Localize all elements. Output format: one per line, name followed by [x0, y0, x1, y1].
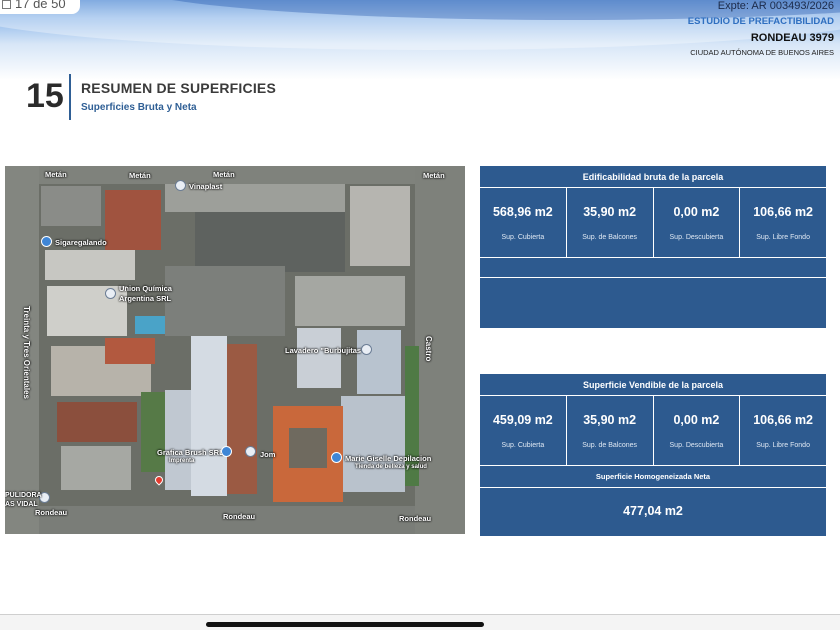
- expte-number: Expte: AR 003493/2026: [717, 0, 834, 12]
- building: [295, 276, 405, 326]
- cell-caption: Sup. Cubierta: [501, 234, 545, 241]
- cell-value: 0,00 m2: [673, 413, 720, 427]
- place-pin-icon: [105, 288, 116, 299]
- street-label: Metán: [45, 170, 67, 179]
- building: [61, 446, 131, 490]
- cell-value: 0,00 m2: [673, 205, 720, 219]
- street-label: Rondeau: [223, 512, 256, 521]
- place-pin-icon: [331, 452, 342, 463]
- section-divider: [69, 74, 71, 120]
- building: [45, 250, 135, 280]
- place-pin-icon: [245, 446, 256, 457]
- location-marker-icon: [153, 474, 165, 486]
- cell-caption: Sup. de Balcones: [582, 442, 638, 449]
- place-label: Jom: [260, 450, 276, 459]
- table-cell: 35,90 m2 Sup. de Balcones: [567, 188, 654, 257]
- building: [191, 336, 227, 496]
- trees: [141, 392, 165, 472]
- table-cell: 106,66 m2 Sup. Libre Fondo: [740, 188, 826, 257]
- place-label: Lavadero "Burbujitas": [285, 346, 365, 355]
- cell-caption: Sup. Libre Fondo: [756, 234, 810, 241]
- home-indicator[interactable]: [206, 622, 484, 627]
- table-title: Edificabilidad bruta de la parcela: [480, 166, 826, 188]
- building: [41, 186, 101, 226]
- place-pin-icon: [41, 236, 52, 247]
- table-cell: 0,00 m2 Sup. Descubierta: [654, 188, 741, 257]
- building: [297, 328, 341, 388]
- table-cell: 0,00 m2 Sup. Descubierta: [654, 396, 741, 465]
- place-label: Union Química: [119, 284, 172, 293]
- table-row: 568,96 m2 Sup. Cubierta 35,90 m2 Sup. de…: [480, 188, 826, 258]
- cell-caption: Sup. Descubierta: [669, 442, 724, 449]
- table-cell: 35,90 m2 Sup. de Balcones: [567, 396, 654, 465]
- street-label: Metán: [213, 170, 235, 179]
- cell-value: 459,09 m2: [492, 413, 553, 427]
- section-subtitle: Superficies Bruta y Neta: [81, 102, 197, 113]
- place-label: Tienda de belleza y salud: [355, 464, 427, 470]
- street-label: Metán: [423, 171, 445, 180]
- place-label: Marie Giselle Depilacion: [345, 454, 432, 463]
- place-label: AS VIDAL: [5, 501, 38, 508]
- table-cell: 459,09 m2 Sup. Cubierta: [480, 396, 567, 465]
- street-label: Rondeau: [399, 514, 432, 523]
- table-cell: 106,66 m2 Sup. Libre Fondo: [740, 396, 826, 465]
- street-metan: [5, 166, 465, 184]
- page-counter[interactable]: 17 de 50: [0, 0, 80, 14]
- study-type: ESTUDIO DE PREFACTIBILIDAD: [687, 16, 834, 27]
- cell-caption: Sup. Descubierta: [669, 234, 724, 241]
- table-title: Superficie Vendible de la parcela: [480, 374, 826, 396]
- place-pin-icon: [175, 180, 186, 191]
- building: [195, 212, 345, 272]
- building: [165, 266, 285, 336]
- aerial-map-image: Metán Metán Metán Metán Rondeau Rondeau …: [5, 166, 465, 534]
- document-page: 17 de 50 Expte: AR 003493/2026 ESTUDIO D…: [0, 0, 840, 630]
- building: [289, 428, 327, 468]
- place-label: PULIDORA: [5, 492, 42, 499]
- place-label: Argentina SRL: [119, 294, 172, 303]
- table-edificabilidad-bruta: Edificabilidad bruta de la parcela 568,9…: [480, 166, 826, 328]
- street-castro: [415, 166, 465, 534]
- street-label: Castro: [424, 336, 433, 362]
- table-cell: 568,96 m2 Sup. Cubierta: [480, 188, 567, 257]
- section-title: RESUMEN DE SUPERFICIES: [81, 80, 276, 96]
- building: [105, 338, 155, 364]
- section-number: 15: [26, 77, 64, 115]
- building: [57, 402, 137, 442]
- cell-value: 35,90 m2: [583, 205, 637, 219]
- building: [165, 390, 191, 490]
- header-info: Expte: AR 003493/2026 ESTUDIO DE PREFACT…: [688, 0, 834, 58]
- building: [357, 330, 401, 394]
- place-pin-icon: [361, 344, 372, 355]
- place-label: Grafica Brush SRL: [157, 448, 224, 457]
- table-empty-row: [480, 278, 826, 324]
- place-label: Vinaplast: [189, 182, 223, 191]
- street-label: Rondeau: [35, 508, 68, 517]
- project-name: RONDEAU 3979: [750, 32, 834, 44]
- page-counter-label: 17 de 50: [15, 0, 66, 11]
- building: [227, 344, 257, 494]
- building: [105, 190, 161, 250]
- street-label: Metán: [129, 171, 151, 180]
- table-empty-row: [480, 258, 826, 278]
- table-row: 459,09 m2 Sup. Cubierta 35,90 m2 Sup. de…: [480, 396, 826, 466]
- cell-value: 35,90 m2: [583, 413, 637, 427]
- place-label: Sigaregalando: [55, 238, 107, 247]
- cell-value: 568,96 m2: [492, 205, 553, 219]
- table-superficie-vendible: Superficie Vendible de la parcela 459,09…: [480, 374, 826, 536]
- building: [350, 186, 410, 266]
- cell-caption: Sup. Libre Fondo: [756, 442, 810, 449]
- cell-value: 106,66 m2: [753, 205, 814, 219]
- table-total-value: 477,04 m2: [623, 504, 683, 518]
- place-pin-icon: [221, 446, 232, 457]
- project-city: CIUDAD AUTÓNOMA DE BUENOS AIRES: [690, 48, 834, 57]
- page-thumbnail-icon[interactable]: [2, 0, 11, 9]
- place-label: Imprenta: [169, 458, 195, 464]
- cell-caption: Sup. de Balcones: [582, 234, 638, 241]
- cell-caption: Sup. Cubierta: [501, 442, 545, 449]
- building: [341, 396, 405, 492]
- table-subtitle: Superficie Homogeneizada Neta: [480, 466, 826, 488]
- swimming-pool: [135, 316, 165, 334]
- street-label: Treinta y Tres Orientales: [22, 306, 31, 399]
- cell-value: 106,66 m2: [753, 413, 814, 427]
